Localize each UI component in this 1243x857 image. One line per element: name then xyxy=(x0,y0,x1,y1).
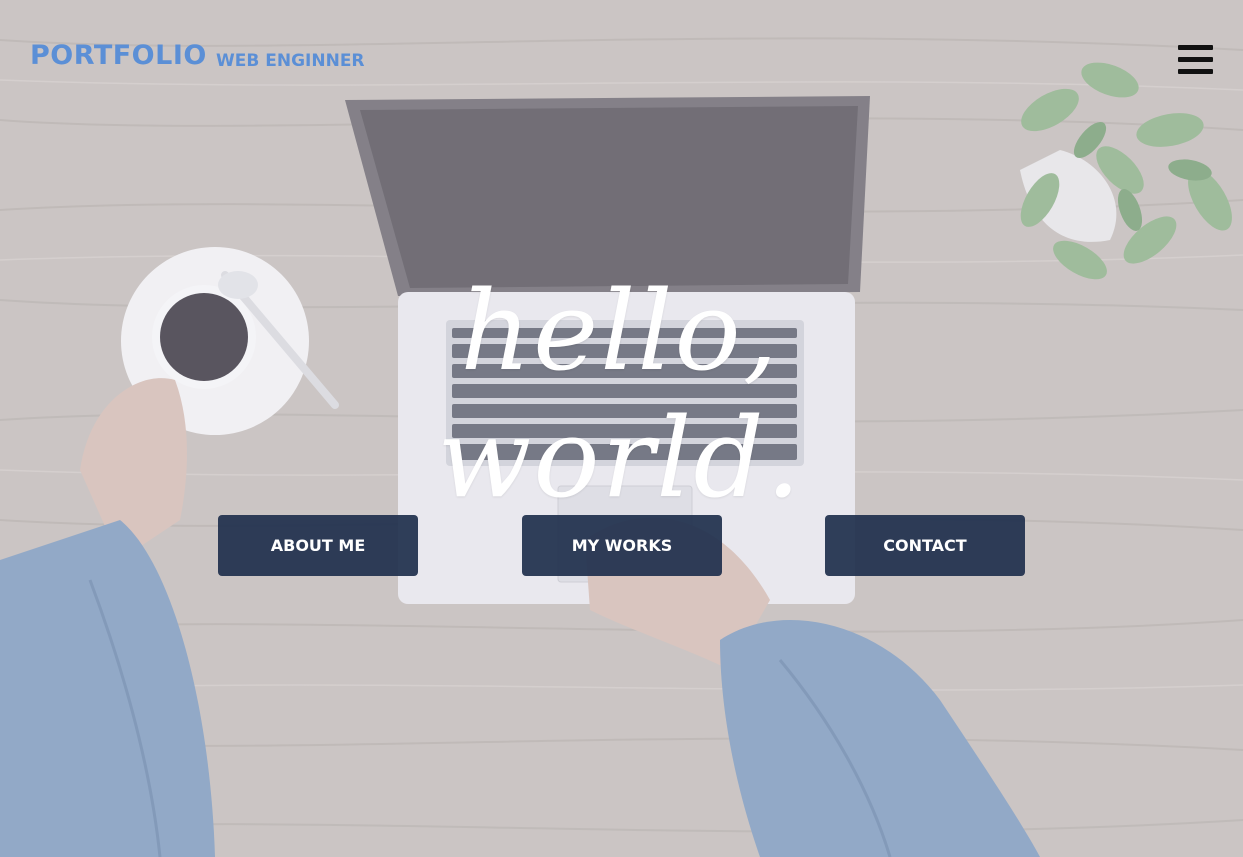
my-works-button[interactable]: MY WORKS xyxy=(522,515,722,576)
hamburger-icon xyxy=(1178,45,1213,50)
hamburger-menu-button[interactable] xyxy=(1176,43,1214,77)
about-me-button[interactable]: ABOUT ME xyxy=(218,515,418,576)
hamburger-icon-bar xyxy=(1178,69,1213,74)
contact-button[interactable]: CONTACT xyxy=(825,515,1025,576)
site-logo[interactable]: PORTFOLIO xyxy=(30,42,207,69)
page: PORTFOLIO WEB ENGINNER hello, world. ABO… xyxy=(0,0,1243,857)
hero-title: hello, world. xyxy=(437,267,803,522)
site-tagline: WEB ENGINNER xyxy=(216,51,365,71)
hamburger-icon-bar xyxy=(1178,57,1213,62)
